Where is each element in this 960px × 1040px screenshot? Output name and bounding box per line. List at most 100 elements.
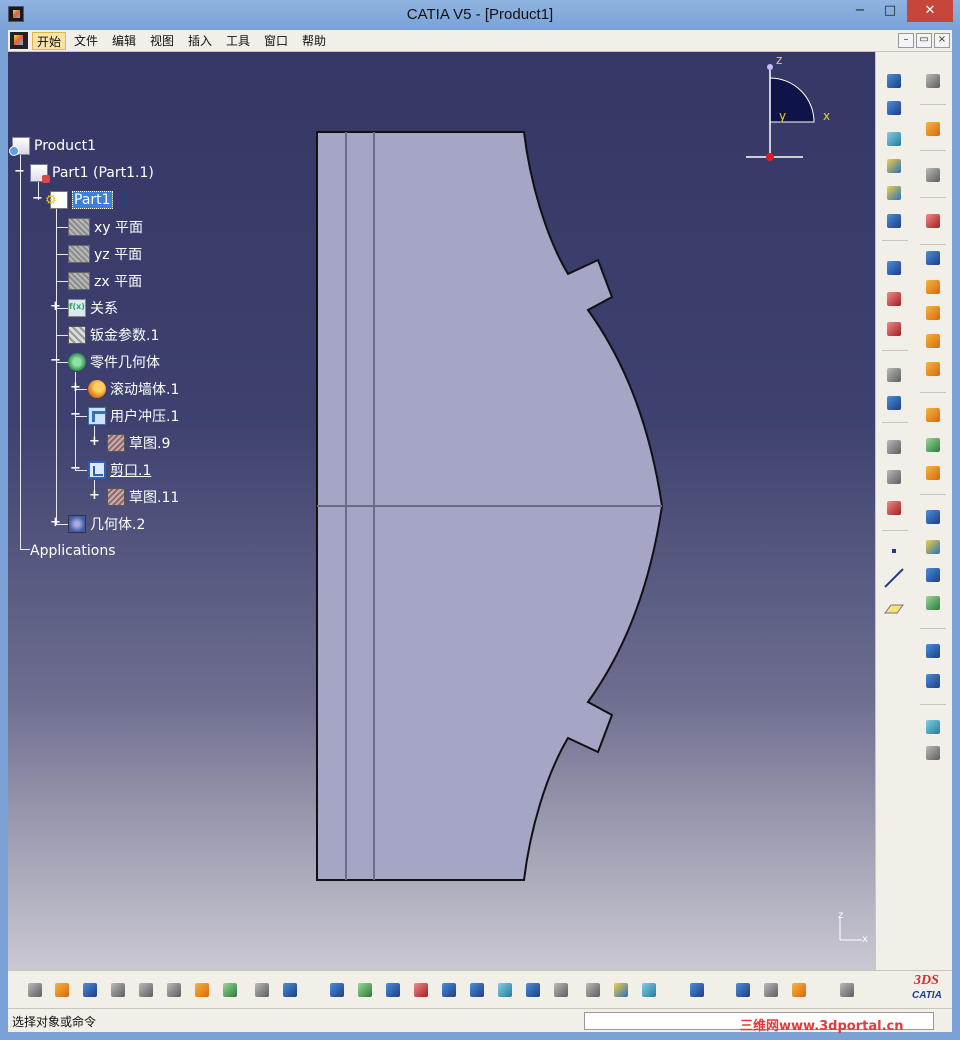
line-icon[interactable] <box>883 567 905 589</box>
swap-visible-space-icon[interactable] <box>638 979 660 1001</box>
tree-node-applications[interactable]: Applications <box>30 540 116 562</box>
menu-help[interactable]: 帮助 <box>298 32 330 50</box>
save-as-dxf-icon[interactable] <box>922 716 944 738</box>
menu-insert[interactable]: 插入 <box>184 32 216 50</box>
hopper-icon[interactable] <box>922 434 944 456</box>
rectangular-pattern-icon[interactable] <box>922 670 944 692</box>
menu-view[interactable]: 视图 <box>146 32 178 50</box>
print-icon[interactable] <box>107 979 129 1001</box>
measure-between-icon[interactable] <box>732 979 754 1001</box>
annotation-icon[interactable] <box>883 466 905 488</box>
rolled-hopper-icon[interactable] <box>922 462 944 484</box>
undo-icon[interactable] <box>219 979 241 1001</box>
unfold-icon[interactable] <box>883 210 905 232</box>
bend-icon[interactable] <box>883 182 905 204</box>
tree-expand-toggle[interactable]: + <box>89 489 100 502</box>
joggle-icon[interactable] <box>922 592 944 614</box>
text-abc-icon[interactable] <box>883 436 905 458</box>
update-icon[interactable] <box>686 979 708 1001</box>
tree-node-part1[interactable]: Part1 <box>45 189 113 211</box>
corner-relief-icon[interactable] <box>922 506 944 528</box>
tree-expand-toggle[interactable]: + <box>70 381 81 394</box>
mdi-close-button[interactable]: × <box>934 33 950 48</box>
fly-mode-icon[interactable] <box>326 979 348 1001</box>
surfacic-flange-icon[interactable] <box>922 564 944 586</box>
tree-node-rolled-wall[interactable]: 滚动墙体.1 <box>88 378 179 400</box>
swept-wall-icon[interactable] <box>883 128 905 150</box>
minimize-button[interactable]: − <box>846 0 874 22</box>
compass-widget[interactable]: z x y <box>743 57 833 167</box>
select-arrow-icon[interactable] <box>922 118 944 140</box>
tree-node-user-stamp[interactable]: 用户冲压.1 <box>88 405 179 427</box>
tree-node-geometric-body-2[interactable]: 几何体.2 <box>68 513 145 535</box>
measure-inertia-icon[interactable] <box>788 979 810 1001</box>
wall-icon[interactable] <box>883 97 905 119</box>
menu-window[interactable]: 窗口 <box>260 32 292 50</box>
cut-icon[interactable] <box>135 979 157 1001</box>
menu-edit[interactable]: 编辑 <box>108 32 140 50</box>
pan-icon[interactable] <box>382 979 404 1001</box>
tree-node-sheetmetal-params[interactable]: 钣金参数.1 <box>68 324 159 346</box>
normal-view-icon[interactable] <box>494 979 516 1001</box>
whats-this-icon[interactable] <box>279 979 301 1001</box>
tree-expand-toggle[interactable]: + <box>50 300 61 313</box>
menu-tools[interactable]: 工具 <box>222 32 254 50</box>
capture-camera-icon[interactable] <box>836 979 858 1001</box>
wall-on-edge-icon[interactable] <box>922 247 944 269</box>
close-button[interactable]: ✕ <box>907 0 953 22</box>
tree-expand-toggle[interactable]: + <box>50 516 61 529</box>
sheet-metal-workbench-icon[interactable] <box>922 70 944 92</box>
tree-node-yz-plane[interactable]: yz 平面 <box>68 243 142 265</box>
sheet-metal-parameters-icon[interactable] <box>883 70 905 92</box>
tree-node-sketch-9[interactable]: 草图.9 <box>107 432 170 454</box>
tree-collapse-toggle[interactable]: − <box>14 165 25 178</box>
tree-node-product1[interactable]: Product1 <box>9 135 96 157</box>
redo-icon[interactable] <box>251 979 273 1001</box>
new-icon[interactable] <box>24 979 46 1001</box>
document-icon[interactable] <box>10 32 28 49</box>
cut-out-icon[interactable] <box>883 257 905 279</box>
recognize-icon[interactable] <box>922 404 944 426</box>
fit-all-icon[interactable] <box>354 979 376 1001</box>
tree-expand-toggle[interactable]: + <box>89 435 100 448</box>
copy-icon[interactable] <box>163 979 185 1001</box>
tree-node-part-body[interactable]: 零件几何体 <box>68 351 160 373</box>
mdi-restore-button[interactable]: ▭ <box>916 33 932 48</box>
tree-collapse-toggle[interactable]: − <box>32 192 43 205</box>
tree-node-zx-plane[interactable]: zx 平面 <box>68 270 142 292</box>
rolled-wall-icon[interactable] <box>883 155 905 177</box>
extrusion-icon[interactable] <box>922 276 944 298</box>
hole-icon[interactable] <box>883 318 905 340</box>
tree-node-relations[interactable]: 关系 <box>68 297 118 319</box>
measure-item-icon[interactable] <box>760 979 782 1001</box>
zoom-out-icon[interactable] <box>466 979 488 1001</box>
point-icon[interactable] <box>892 549 896 553</box>
rotate-icon[interactable] <box>410 979 432 1001</box>
tree-node-xy-plane[interactable]: xy 平面 <box>68 216 143 238</box>
tree-node-sketch-11[interactable]: 草图.11 <box>107 486 179 508</box>
menu-start[interactable]: 开始 <box>32 32 67 50</box>
menu-file[interactable]: 文件 <box>70 32 102 50</box>
flange-icon[interactable] <box>922 302 944 324</box>
multi-view-icon[interactable] <box>522 979 544 1001</box>
tree-node-cut-out[interactable]: 剪口.1 <box>88 459 151 481</box>
mdi-minimize-button[interactable]: – <box>898 33 914 48</box>
tear-drop-icon[interactable] <box>922 358 944 380</box>
tree-collapse-toggle[interactable]: − <box>50 354 61 367</box>
mirror-icon[interactable] <box>922 640 944 662</box>
dxf-export-icon[interactable] <box>922 742 944 764</box>
fold-unfold-icon[interactable] <box>922 210 944 232</box>
measure-icon[interactable] <box>883 497 905 519</box>
hem-icon[interactable] <box>922 330 944 352</box>
tree-collapse-toggle[interactable]: − <box>70 408 81 421</box>
isometric-view-icon[interactable] <box>550 979 572 1001</box>
bend-from-flat-icon[interactable] <box>922 536 944 558</box>
paste-icon[interactable] <box>191 979 213 1001</box>
open-icon[interactable] <box>51 979 73 1001</box>
tree-collapse-toggle[interactable]: − <box>70 462 81 475</box>
zoom-in-icon[interactable] <box>438 979 460 1001</box>
tree-node-part1-instance[interactable]: Part1 (Part1.1) <box>30 162 154 184</box>
maximize-button[interactable]: □ <box>876 0 904 22</box>
sketcher-icon[interactable] <box>922 164 944 186</box>
view-icon[interactable] <box>883 392 905 414</box>
